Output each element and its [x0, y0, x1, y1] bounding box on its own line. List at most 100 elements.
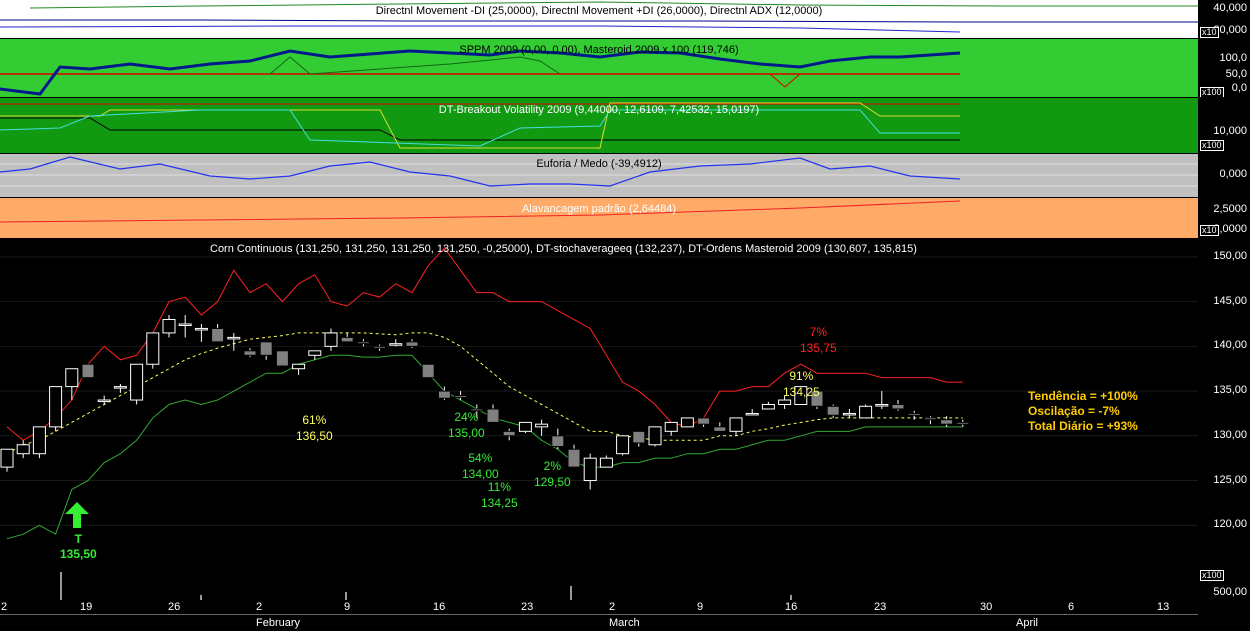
price-pane: Corn Continuous (131,250, 131,250, 131,2… — [0, 239, 1198, 570]
annotation-pct: 11% — [487, 480, 511, 494]
annotation-24: 24% 135,00 — [448, 409, 485, 441]
candle-up — [761, 404, 775, 410]
candle-down — [891, 404, 905, 410]
candle-up — [599, 457, 613, 468]
annotation-pct: 24% — [454, 410, 479, 424]
signal-legend: Tendência = +100% Oscilação = -7% Total … — [1028, 389, 1138, 434]
annotation-price: 135,75 — [800, 341, 837, 355]
annotation-54: 54% 134,00 — [462, 450, 499, 482]
candle-up — [49, 386, 63, 428]
breakout-scale-tag: x100 — [1200, 140, 1224, 151]
euforia-tick-0: 0,000 — [1219, 168, 1247, 180]
price-tick: 125,00 — [1213, 473, 1247, 486]
month-label: March — [609, 617, 640, 629]
candle-down — [421, 363, 435, 379]
dmi-pane: Directnl Movement -DI (25,0000), Directn… — [0, 0, 1198, 38]
candle-down — [713, 426, 727, 432]
date-axis: 2 19 26 2 9 16 23 2 9 16 23 30 6 13 Febr… — [0, 600, 1198, 631]
candle-down — [551, 435, 565, 448]
sppm-pane: SPPM 2009 (0,00, 0,00), Masteroid 2009 x… — [0, 39, 1198, 97]
candle-down — [923, 417, 937, 421]
candle-up — [292, 363, 306, 370]
annotation-price: 135,00 — [448, 426, 485, 440]
date-label: 26 — [168, 601, 181, 613]
euforia-pane: Euforia / Medo (-39,4912) — [0, 154, 1198, 197]
date-label: 2 — [1, 601, 8, 613]
sppm-scale-tag: x100 — [1200, 87, 1224, 97]
candle-down — [259, 341, 273, 356]
volume-bars — [60, 572, 792, 600]
breakout-axis: 10,000 x100 — [1198, 98, 1250, 153]
annotation-pct: 61% — [302, 413, 327, 427]
candle-down — [826, 405, 840, 416]
price-tick: 145,00 — [1213, 294, 1247, 307]
volume-axis: x100 500,00 — [1198, 570, 1250, 600]
date-label: 2 — [609, 601, 616, 613]
annotation-pct: 91% — [789, 369, 814, 383]
date-label: 2 — [256, 601, 263, 613]
date-label: 19 — [80, 601, 93, 613]
candle-up — [97, 399, 111, 403]
annotation-pct: 7% — [809, 325, 828, 339]
alav-tick-25: 2,5000 — [1213, 203, 1247, 215]
candle-up — [648, 426, 662, 446]
candle-up — [16, 444, 30, 455]
price-tick: 130,00 — [1213, 428, 1247, 441]
legend-oscilacao: Oscilação = -7% — [1028, 404, 1120, 418]
euforia-title: Euforia / Medo (-39,4912) — [536, 158, 662, 170]
annotation-11: 11% 134,25 — [481, 479, 518, 511]
candle-up — [65, 368, 79, 388]
candle-down — [907, 412, 921, 416]
annotation-pct: 54% — [468, 451, 493, 465]
candle-up — [535, 423, 549, 428]
candle-down — [405, 341, 419, 347]
sppm-tick-0: 0,0 — [1231, 82, 1247, 94]
date-label: 23 — [521, 601, 534, 613]
date-label: 23 — [874, 601, 887, 613]
candle-up — [130, 363, 144, 401]
buy-arrow-icon — [65, 502, 89, 528]
date-label: 30 — [980, 601, 993, 613]
sppm-tick-50: 50,0 — [1225, 68, 1247, 80]
candle-up — [324, 332, 338, 347]
candle-up — [113, 386, 127, 389]
candle-down — [340, 336, 354, 343]
buy-signal-label: T — [74, 532, 83, 546]
candle-down — [243, 350, 257, 356]
date-label: 9 — [344, 601, 351, 613]
candle-up — [146, 332, 160, 365]
candle-down — [356, 341, 370, 345]
month-label: April — [1016, 617, 1039, 629]
candle-up — [178, 323, 192, 326]
candle-up — [518, 421, 532, 432]
annotation-7: 7% 135,75 — [800, 324, 837, 356]
sppm-title: SPPM 2009 (0,00, 0,00), Masteroid 2009 x… — [459, 44, 739, 56]
date-label: 16 — [433, 601, 446, 613]
candle-down — [275, 350, 289, 367]
candle-up — [729, 417, 743, 432]
candle-down — [940, 419, 954, 425]
candle-down — [454, 395, 468, 398]
sppm-axis: 100,0 50,0 0,0 x100 — [1198, 39, 1250, 97]
annotation-61: 61% 136,50 — [296, 412, 333, 444]
dmi-scale-tag: x10 — [1200, 27, 1219, 38]
candle-down — [502, 430, 516, 437]
candle-up — [664, 421, 678, 432]
price-title: Corn Continuous (131,250, 131,250, 131,2… — [210, 243, 917, 255]
candle-up — [778, 399, 792, 405]
date-label: 13 — [1157, 601, 1170, 613]
buy-signal: T 135,50 — [60, 532, 97, 562]
breakout-tick-10: 10,000 — [1213, 125, 1247, 137]
annotation-price: 136,50 — [296, 429, 333, 443]
candle-up — [32, 426, 46, 455]
candle-down — [486, 408, 500, 423]
candle-up — [842, 412, 856, 416]
volume-bar — [570, 586, 572, 600]
alav-axis: 2,5000 2,0000 x10 — [1198, 198, 1250, 238]
candle-down — [632, 430, 646, 444]
candle-up — [162, 319, 176, 334]
candle-up — [389, 343, 403, 346]
price-tick: 135,00 — [1213, 384, 1247, 397]
date-label: 6 — [1068, 601, 1075, 613]
volume-tick-500: 500,00 — [1213, 586, 1247, 598]
